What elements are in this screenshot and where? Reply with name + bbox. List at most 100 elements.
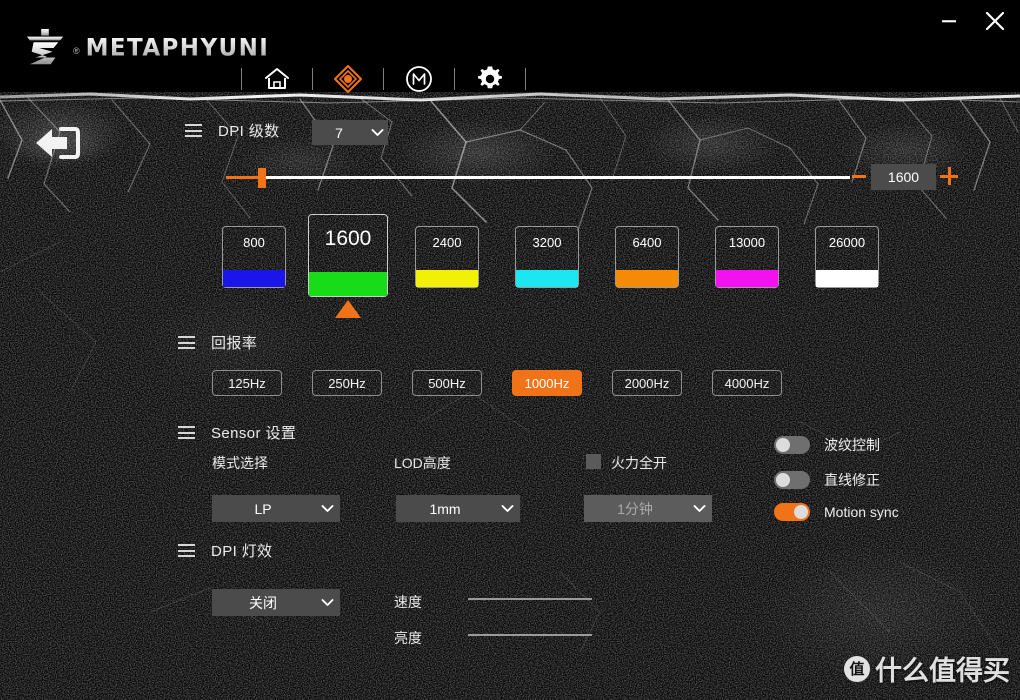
light-speed-label: 速度 bbox=[394, 594, 422, 610]
dpi-stage-section-header: DPI 级数 bbox=[185, 120, 280, 141]
polling-rate-section-title: 回报率 bbox=[211, 335, 258, 352]
window-controls bbox=[934, 6, 1010, 36]
sensor-section-header: Sensor 设置 bbox=[178, 422, 296, 443]
dpi-stage-box-2400[interactable]: 2400 bbox=[415, 226, 479, 288]
full-power-checkbox[interactable] bbox=[586, 454, 601, 469]
dpi-stage-box-13000[interactable]: 13000 bbox=[715, 226, 779, 288]
dpi-light-section-title: DPI 灯效 bbox=[211, 543, 273, 560]
polling-rate-option-125Hz[interactable]: 125Hz bbox=[212, 370, 282, 396]
chevron-down-icon bbox=[314, 502, 340, 516]
back-button[interactable] bbox=[34, 126, 80, 160]
light-speed-slider[interactable] bbox=[468, 598, 592, 600]
polling-rate-option-2000Hz[interactable]: 2000Hz bbox=[612, 370, 682, 396]
lod-select[interactable]: 1mm bbox=[396, 495, 520, 522]
chevron-down-icon bbox=[366, 128, 388, 137]
angle-snapping-label: 直线修正 bbox=[824, 472, 880, 488]
watermark: 值 什么值得买 bbox=[844, 649, 1010, 688]
nav-settings-button[interactable] bbox=[471, 62, 509, 96]
dpi-stage-box-26000[interactable]: 26000 bbox=[815, 226, 879, 288]
nav-divider bbox=[312, 68, 313, 90]
dpi-stage-section-title: DPI 级数 bbox=[218, 123, 280, 140]
dpi-stage-value: 2400 bbox=[432, 235, 462, 250]
dpi-count-select[interactable]: 7 bbox=[312, 120, 388, 145]
polling-rate-option-4000Hz[interactable]: 4000Hz bbox=[712, 370, 782, 396]
watermark-text: 什么值得买 bbox=[875, 656, 1010, 687]
polling-rate-option-500Hz[interactable]: 500Hz bbox=[412, 370, 482, 396]
title-bar: ® METAPHYUNI bbox=[0, 0, 1020, 93]
back-arrow-icon bbox=[36, 127, 80, 159]
sensor-mode-value: LP bbox=[254, 500, 272, 517]
dpi-stage-value: 26000 bbox=[828, 235, 866, 250]
angle-snapping-toggle[interactable] bbox=[774, 471, 810, 489]
nav-dpi-button[interactable] bbox=[329, 62, 367, 96]
section-menu-icon bbox=[178, 336, 195, 349]
main-nav bbox=[225, 62, 542, 96]
home-icon bbox=[265, 68, 289, 89]
section-menu-icon bbox=[178, 544, 195, 557]
dpi-stage-box-800[interactable]: 800 bbox=[222, 226, 286, 288]
dpi-stage-value: 6400 bbox=[632, 235, 662, 250]
polling-rate-section-header: 回报率 bbox=[178, 332, 257, 353]
dpi-stage-color-bar bbox=[516, 270, 578, 287]
lod-value: 1mm bbox=[429, 500, 461, 517]
dpi-light-effect-select[interactable]: 关闭 bbox=[212, 589, 340, 616]
registered-mark: ® bbox=[73, 46, 80, 56]
full-power-label: 火力全开 bbox=[611, 455, 667, 471]
toggle-row-ripple: 波纹控制 bbox=[774, 435, 880, 455]
dpi-value-field[interactable]: 1600 bbox=[871, 164, 936, 190]
dpi-stage-color-bar bbox=[716, 270, 778, 287]
sensor-section-title: Sensor 设置 bbox=[211, 425, 297, 442]
lod-label: LOD高度 bbox=[394, 455, 451, 471]
dpi-stage-value: 3200 bbox=[532, 235, 562, 250]
nav-home-button[interactable] bbox=[258, 62, 296, 96]
dpi-stage-color-bar bbox=[416, 270, 478, 287]
gear-icon bbox=[478, 66, 502, 89]
light-brightness-slider[interactable] bbox=[468, 634, 592, 636]
brand-name: METAPHYUNI bbox=[85, 34, 270, 62]
light-brightness-label: 亮度 bbox=[394, 630, 422, 646]
dpi-stage-color-bar bbox=[816, 270, 878, 287]
dpi-slider-track[interactable] bbox=[226, 176, 850, 179]
chevron-down-icon bbox=[494, 502, 520, 516]
sensor-mode-label: 模式选择 bbox=[212, 455, 268, 471]
dpi-slider-fill bbox=[226, 176, 262, 179]
main-content: DPI 级数 7 1600 800 1600 2400 3200 6400 13000 26… bbox=[0, 92, 1020, 700]
dpi-slider-row: 1600 bbox=[0, 162, 1020, 192]
dpi-stage-color-bar bbox=[616, 270, 678, 287]
dpi-stage-box-6400[interactable]: 6400 bbox=[615, 226, 679, 288]
polling-rate-option-250Hz[interactable]: 250Hz bbox=[312, 370, 382, 396]
motion-sync-toggle[interactable] bbox=[774, 503, 810, 521]
dpi-stage-box-1600[interactable]: 1600 bbox=[308, 214, 388, 297]
macro-m-icon bbox=[406, 66, 432, 92]
polling-rate-option-1000Hz[interactable]: 1000Hz bbox=[512, 370, 582, 396]
chevron-down-icon bbox=[686, 502, 712, 516]
dpi-stage-color-bar bbox=[223, 270, 285, 287]
dpi-light-effect-value: 关闭 bbox=[249, 594, 277, 611]
full-power-timer-value: 1分钟 bbox=[617, 500, 653, 517]
dpi-crosshair-icon bbox=[334, 65, 362, 93]
dpi-stage-value: 13000 bbox=[728, 235, 766, 250]
nav-divider bbox=[454, 68, 455, 90]
ripple-control-toggle[interactable] bbox=[774, 436, 810, 454]
dpi-stage-box-3200[interactable]: 3200 bbox=[515, 226, 579, 288]
dpi-stage-color-bar bbox=[309, 272, 387, 296]
nav-divider bbox=[383, 68, 384, 90]
nav-divider bbox=[525, 68, 526, 90]
dpi-light-section-header: DPI 灯效 bbox=[178, 540, 273, 561]
close-button[interactable] bbox=[980, 6, 1010, 36]
toggle-row-angle-snap: 直线修正 bbox=[774, 470, 880, 490]
ripple-control-label: 波纹控制 bbox=[824, 437, 880, 453]
minimize-button[interactable] bbox=[934, 6, 964, 36]
full-power-timer-select: 1分钟 bbox=[584, 495, 712, 522]
dpi-decrease-button[interactable] bbox=[852, 175, 866, 178]
nav-divider bbox=[241, 68, 242, 90]
close-icon bbox=[985, 11, 1005, 31]
nav-macro-button[interactable] bbox=[400, 62, 438, 96]
active-stage-indicator-icon bbox=[335, 300, 361, 318]
sensor-mode-select[interactable]: LP bbox=[212, 495, 340, 522]
dpi-slider-thumb[interactable] bbox=[258, 168, 266, 188]
dpi-increase-button[interactable] bbox=[940, 167, 958, 185]
watermark-badge: 值 bbox=[844, 655, 870, 682]
chevron-down-icon bbox=[314, 596, 340, 610]
minimize-icon bbox=[942, 20, 956, 23]
